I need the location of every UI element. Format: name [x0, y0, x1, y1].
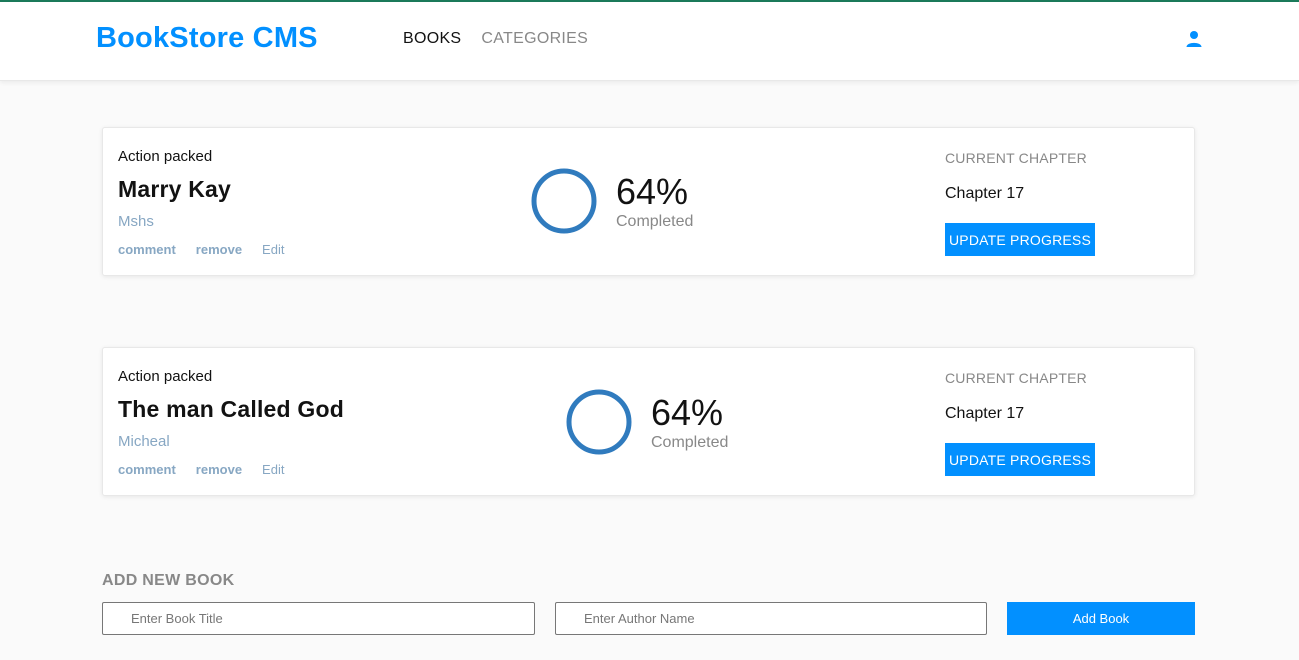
- book-genre: Action packed: [118, 148, 213, 165]
- book-author: Mshs: [118, 213, 154, 230]
- comment-button[interactable]: comment: [118, 242, 176, 257]
- comment-button[interactable]: comment: [118, 462, 176, 477]
- user-icon[interactable]: [1185, 30, 1203, 48]
- nav-books[interactable]: BOOKS: [403, 30, 461, 48]
- progress-ring-icon: [566, 389, 632, 455]
- update-progress-button[interactable]: UPDATE PROGRESS: [945, 443, 1095, 476]
- update-progress-button[interactable]: UPDATE PROGRESS: [945, 223, 1095, 256]
- current-chapter: Chapter 17: [945, 185, 1025, 202]
- nav-categories[interactable]: CATEGORIES: [481, 30, 588, 48]
- progress-label: Completed: [651, 434, 729, 451]
- book-actions: comment remove Edit: [118, 462, 284, 477]
- progress-percent: 64%: [616, 171, 689, 212]
- edit-button[interactable]: Edit: [262, 242, 284, 257]
- progress-label: Completed: [616, 213, 694, 230]
- book-title-input[interactable]: [102, 602, 535, 635]
- current-chapter-heading: CURRENT CHAPTER: [945, 370, 1087, 386]
- remove-button[interactable]: remove: [196, 462, 242, 477]
- current-chapter-heading: CURRENT CHAPTER: [945, 150, 1087, 166]
- author-name-input[interactable]: [555, 602, 987, 635]
- add-book-button[interactable]: Add Book: [1007, 602, 1195, 635]
- remove-button[interactable]: remove: [196, 242, 242, 257]
- book-actions: comment remove Edit: [118, 242, 284, 257]
- book-card: Action packed Marry Kay Mshs comment rem…: [102, 127, 1195, 276]
- book-title: The man Called God: [118, 396, 344, 422]
- app-header: BookStore CMS BOOKS CATEGORIES: [0, 2, 1299, 81]
- book-title: Marry Kay: [118, 176, 232, 202]
- book-genre: Action packed: [118, 368, 213, 385]
- book-author: Micheal: [118, 433, 170, 450]
- current-chapter: Chapter 17: [945, 405, 1025, 422]
- app-logo[interactable]: BookStore CMS: [96, 22, 318, 55]
- add-book-heading: ADD NEW BOOK: [102, 572, 235, 589]
- progress-percent: 64%: [651, 392, 724, 433]
- book-card: Action packed The man Called God Micheal…: [102, 347, 1195, 496]
- progress-ring-icon: [531, 168, 597, 234]
- main-nav: BOOKS CATEGORIES: [403, 30, 588, 48]
- edit-button[interactable]: Edit: [262, 462, 284, 477]
